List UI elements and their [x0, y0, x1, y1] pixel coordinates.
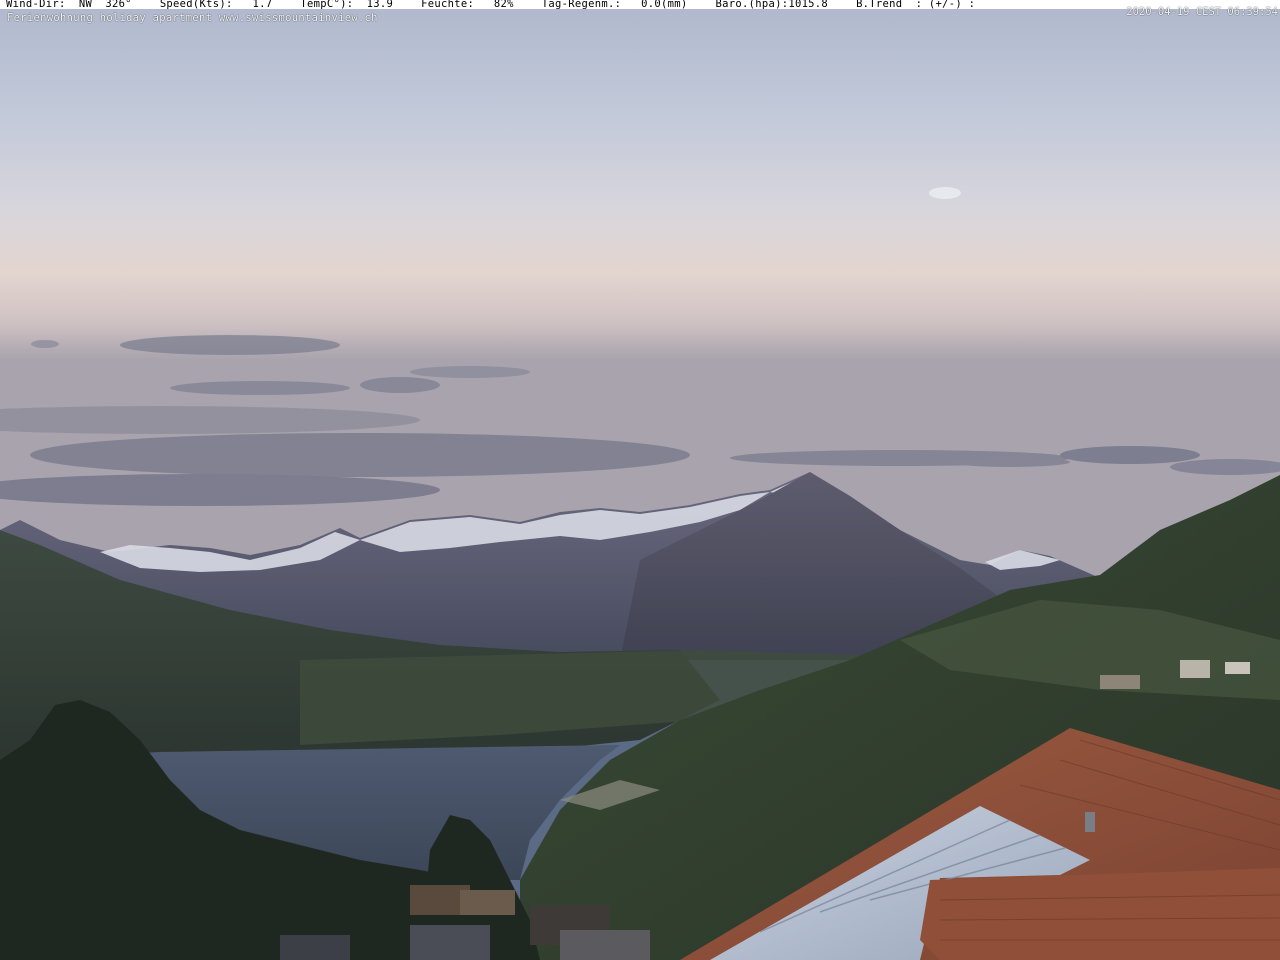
temperature: TempC°): 13.9 [300, 0, 394, 10]
webcam-frame: Wind-Dir: NW 326° Speed(Kts): 1.7 TempC°):… [0, 0, 1280, 960]
baro-trend: B.Trend : (+/-) : [856, 0, 976, 10]
wind-speed: Speed(Kts): 1.7 [159, 0, 273, 10]
webcam-caption: Ferienwohnung holiday apartment www.swis… [7, 12, 378, 24]
humidity: Feuchte: 82% [421, 0, 514, 10]
webcam-photo [0, 0, 1280, 960]
wind-direction: Wind-Dir: NW 326° [6, 0, 132, 10]
weather-readout: Wind-Dir: NW 326° Speed(Kts): 1.7 TempC°):… [6, 0, 1003, 10]
daily-rain: Tag-Regenm.: 0.0(mm) [541, 0, 688, 10]
timestamp: 2020-04-19 CEST 06:39:54 [1126, 6, 1278, 18]
barometer: Baro.(hpa):1015.8 [715, 0, 829, 10]
